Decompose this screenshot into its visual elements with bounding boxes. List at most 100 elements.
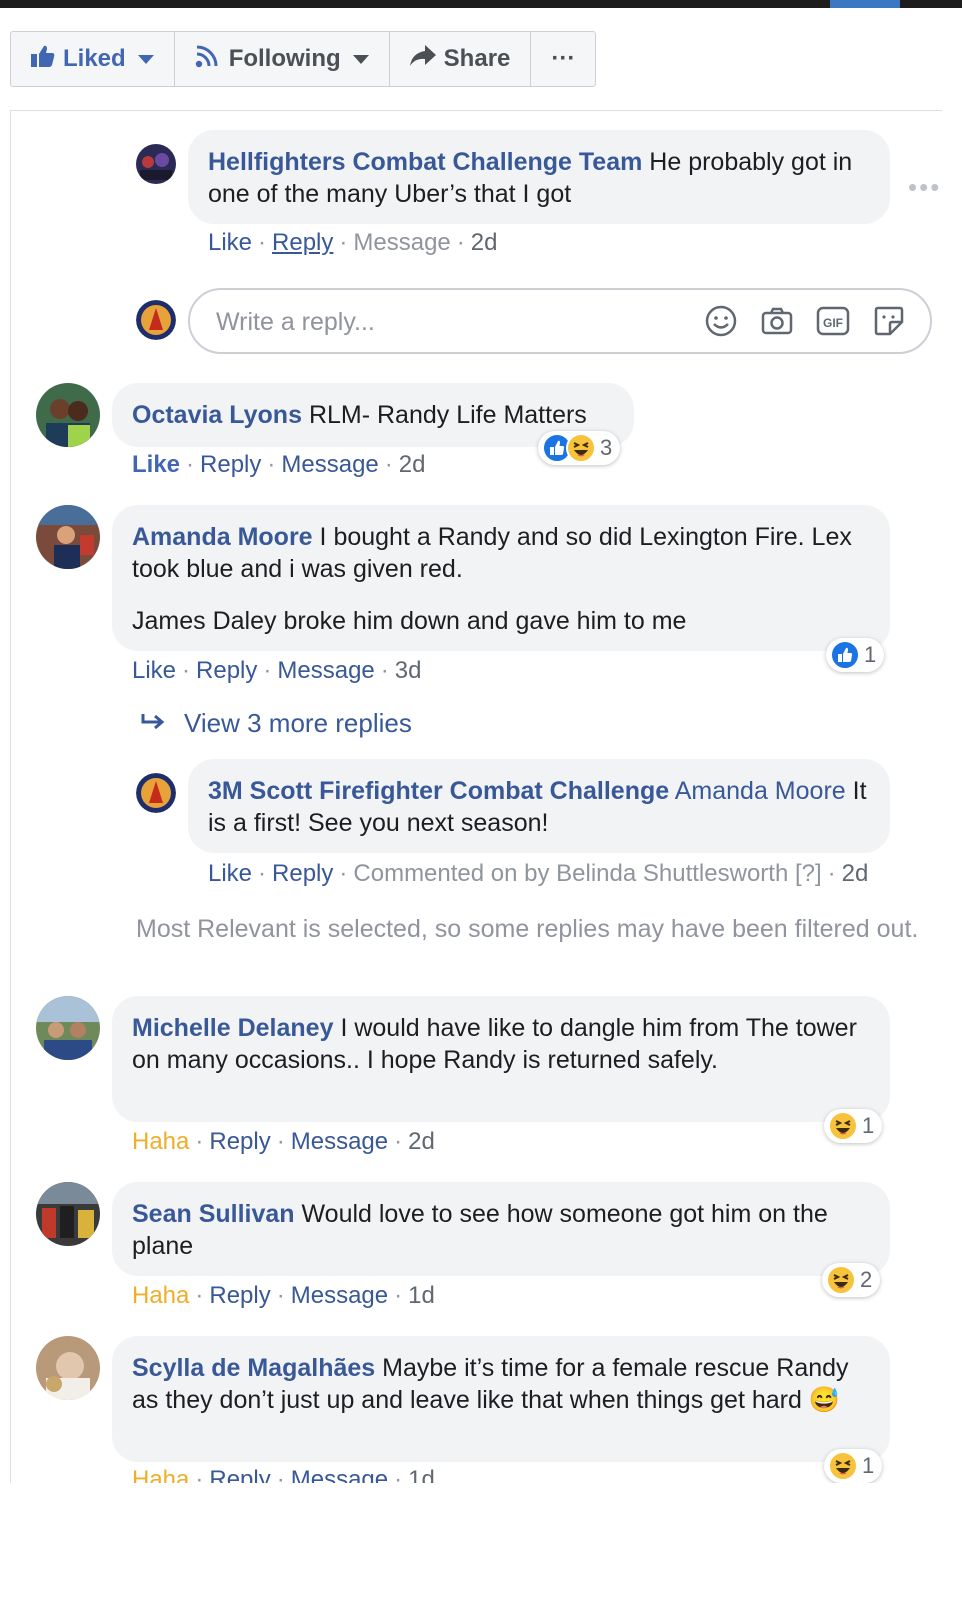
share-arrow-icon — [409, 44, 436, 74]
haha-reaction-icon — [826, 1265, 856, 1295]
cover-image-strip — [0, 0, 962, 8]
avatar[interactable] — [36, 1336, 100, 1400]
view-more-label: View 3 more replies — [184, 708, 412, 738]
message-link[interactable]: Message — [277, 657, 374, 684]
share-label: Share — [443, 45, 511, 72]
avatar[interactable] — [36, 383, 100, 447]
page-action-bar: Liked Following Share ··· — [10, 31, 597, 87]
avatar[interactable] — [136, 773, 176, 813]
reply-arrow-icon — [140, 708, 166, 739]
message-link[interactable]: Message — [353, 229, 450, 256]
filter-notice: Most Relevant is selected, so some repli… — [136, 915, 919, 943]
reaction-count: 1 — [862, 1113, 875, 1138]
timestamp[interactable]: 2d — [471, 229, 498, 256]
timestamp[interactable]: 2d — [408, 1128, 435, 1155]
like-link[interactable]: Like — [208, 860, 252, 887]
reaction-count: 1 — [864, 642, 877, 667]
page-bottom-blank — [0, 1483, 962, 1600]
reaction-count: 1 — [862, 1453, 875, 1478]
reaction-summary[interactable]: 1 — [826, 638, 885, 672]
reply-input-container: GIF — [188, 288, 932, 354]
tagged-user-link[interactable]: Amanda Moore — [675, 777, 846, 805]
message-link[interactable]: Message — [281, 451, 378, 478]
chevron-down-icon — [352, 54, 369, 64]
like-link[interactable]: Like — [132, 451, 180, 478]
avatar[interactable] — [36, 996, 100, 1060]
rss-feed-icon — [195, 44, 221, 75]
liked-label: Liked — [63, 45, 126, 72]
avatar[interactable] — [136, 144, 176, 184]
comment-author-link[interactable]: Octavia Lyons — [132, 401, 302, 429]
reply-input[interactable] — [214, 302, 678, 342]
reaction-summary[interactable]: 2 — [822, 1263, 881, 1297]
reaction-count: 3 — [600, 435, 613, 460]
reply-link[interactable]: Reply — [209, 1282, 270, 1309]
grinning-sweat-emoji-icon: 😅 — [808, 1386, 840, 1414]
avatar[interactable] — [36, 505, 100, 569]
commented-by-text: Commented on by Belinda Shuttlesworth — [353, 860, 789, 887]
message-link[interactable]: Message — [291, 1128, 388, 1155]
comment-author-link[interactable]: Hellfighters Combat Challenge Team — [208, 148, 642, 176]
svg-text:GIF: GIF — [823, 316, 843, 330]
comment-actions: Like · Reply · Commented on by Belinda Shutt… — [208, 860, 869, 887]
comment-actions: Haha · Reply · Message · 1d — [132, 1282, 435, 1309]
comment-options-icon[interactable]: ••• — [908, 172, 941, 203]
sticker-icon[interactable] — [872, 304, 906, 338]
comment-text-paragraph: James Daley broke him down and gave him … — [132, 607, 687, 635]
comment-actions: Like · Reply · Message · 3d — [132, 657, 422, 684]
following-label: Following — [228, 45, 341, 72]
comment-actions: Haha · Reply · Message · 2d — [132, 1128, 435, 1155]
comment-author-link[interactable]: Amanda Moore — [132, 523, 313, 551]
reaction-summary[interactable]: 3 — [538, 431, 621, 465]
reaction-summary[interactable]: 1 — [824, 1449, 883, 1483]
comment-bubble: Michelle Delaney I would have like to da… — [112, 996, 890, 1122]
thumbs-up-icon — [31, 45, 55, 74]
comment-bubble: 3M Scott Firefighter Combat Challenge Am… — [188, 759, 890, 853]
reply-link[interactable]: Reply — [272, 229, 333, 256]
share-button[interactable]: Share — [390, 32, 532, 86]
gif-icon[interactable]: GIF — [816, 304, 850, 338]
comment-bubble: Sean Sullivan Would love to see how some… — [112, 1182, 890, 1276]
emoji-icon[interactable] — [704, 304, 738, 338]
reply-link[interactable]: Reply — [196, 657, 257, 684]
like-link[interactable]: Like — [208, 229, 252, 256]
comment-text: RLM- Randy Life Matters — [308, 401, 587, 429]
timestamp[interactable]: 3d — [395, 657, 422, 684]
reaction-count: 2 — [860, 1267, 873, 1292]
more-label: ··· — [551, 45, 576, 72]
haha-reaction-icon — [828, 1451, 858, 1481]
chevron-down-icon — [137, 54, 154, 64]
haha-reaction-icon — [566, 433, 596, 463]
avatar[interactable] — [36, 1182, 100, 1246]
haha-link[interactable]: Haha — [132, 1282, 189, 1309]
reply-link[interactable]: Reply — [200, 451, 261, 478]
help-link[interactable]: [?] — [795, 860, 822, 887]
comment-author-link[interactable]: Sean Sullivan — [132, 1200, 295, 1228]
comment-actions: Like · Reply · Message · 2d — [208, 229, 498, 256]
divider — [10, 110, 942, 111]
current-user-avatar — [136, 300, 176, 340]
timestamp[interactable]: 1d — [408, 1282, 435, 1309]
haha-reaction-icon — [828, 1111, 858, 1141]
comment-bubble: Hellfighters Combat Challenge Team He pr… — [188, 130, 890, 224]
like-reaction-icon — [830, 640, 860, 670]
comment-author-link[interactable]: 3M Scott Firefighter Combat Challenge — [208, 777, 669, 805]
comment-author-link[interactable]: Scylla de Magalhães — [132, 1354, 375, 1382]
reaction-summary[interactable]: 1 — [824, 1109, 883, 1143]
camera-icon[interactable] — [760, 304, 794, 338]
haha-link[interactable]: Haha — [132, 1128, 189, 1155]
liked-button[interactable]: Liked — [11, 32, 175, 86]
thread-border — [10, 111, 11, 1483]
timestamp[interactable]: 2d — [842, 860, 869, 887]
following-button[interactable]: Following — [175, 32, 390, 86]
reply-link[interactable]: Reply — [209, 1128, 270, 1155]
comment-bubble: Scylla de Magalhães Maybe it’s time for … — [112, 1336, 890, 1462]
more-options-button[interactable]: ··· — [531, 32, 595, 86]
timestamp[interactable]: 2d — [399, 451, 426, 478]
message-link[interactable]: Message — [291, 1282, 388, 1309]
like-link[interactable]: Like — [132, 657, 176, 684]
view-more-replies-link[interactable]: View 3 more replies — [140, 708, 412, 739]
comment-actions: Like · Reply · Message · 2d — [132, 451, 426, 478]
comment-author-link[interactable]: Michelle Delaney — [132, 1014, 333, 1042]
reply-link[interactable]: Reply — [272, 860, 333, 887]
